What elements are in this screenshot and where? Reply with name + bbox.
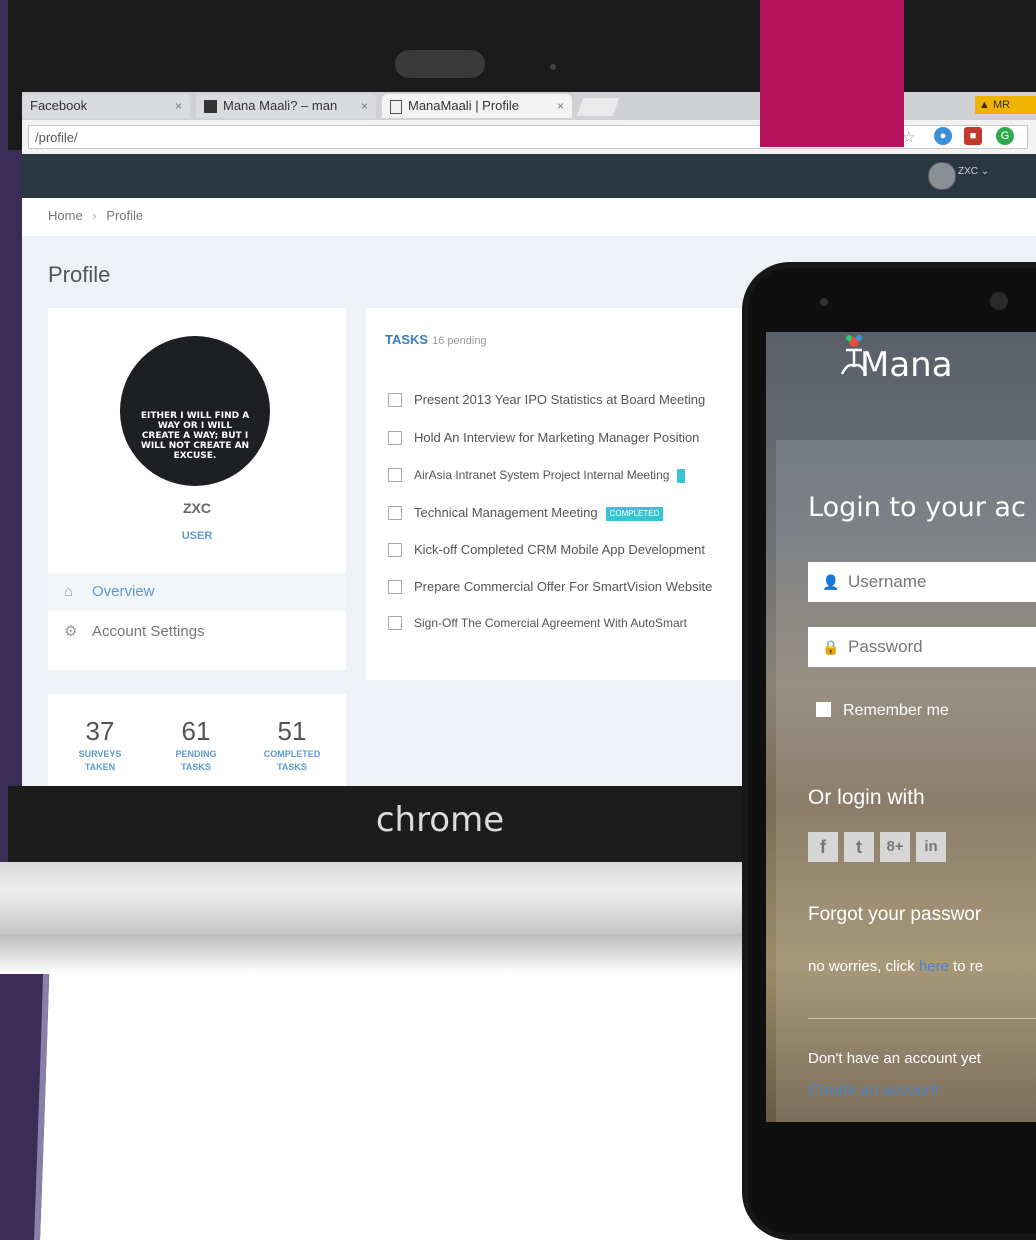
laptop-camera bbox=[395, 50, 485, 78]
breadcrumb: Home › Profile bbox=[48, 208, 143, 223]
decorative-pink-block bbox=[760, 0, 904, 147]
page-title: Profile bbox=[48, 262, 111, 287]
close-icon[interactable]: × bbox=[557, 94, 564, 118]
task-item[interactable]: Present 2013 Year IPO Statistics at Boar… bbox=[388, 390, 740, 410]
app-navbar bbox=[22, 154, 1036, 198]
extension-icon[interactable]: ■ bbox=[964, 127, 982, 145]
username-field[interactable]: 👤 Username bbox=[808, 562, 1036, 602]
tab-mana-maali[interactable]: Mana Maali? – man × bbox=[196, 94, 376, 118]
tab-label: Mana Maali? – man bbox=[223, 98, 338, 113]
stat-pending-value: 61 bbox=[181, 716, 211, 746]
menu-label: Account Settings bbox=[92, 623, 205, 640]
remember-me[interactable]: Remember me bbox=[816, 701, 949, 720]
linkedin-icon[interactable]: in bbox=[916, 832, 946, 862]
page-icon bbox=[390, 99, 402, 114]
menu-account-settings[interactable]: ⚙ Account Settings bbox=[48, 613, 346, 651]
task-checkbox[interactable] bbox=[388, 615, 402, 630]
laptop-sensor bbox=[550, 64, 556, 70]
extension-icon[interactable]: G bbox=[996, 127, 1014, 145]
remember-checkbox[interactable] bbox=[816, 701, 831, 717]
brand-name: Mana bbox=[860, 345, 953, 385]
tab-facebook[interactable]: Facebook × bbox=[22, 94, 190, 118]
stat-completed-value: 51 bbox=[277, 716, 307, 746]
login-panel bbox=[776, 440, 1036, 1122]
status-badge: COMPLETED bbox=[605, 506, 664, 521]
laptop-brand-label: chrome bbox=[375, 800, 505, 840]
username-placeholder: Username bbox=[848, 572, 927, 591]
tab-label: ManaMaali | Profile bbox=[408, 98, 520, 113]
password-field[interactable]: 🔒 Password bbox=[808, 627, 1036, 667]
tab-profile[interactable]: ManaMaali | Profile × bbox=[382, 94, 572, 118]
task-item[interactable]: Kick-off Completed CRM Mobile App Develo… bbox=[388, 540, 740, 560]
user-menu[interactable]: ZXC ⌄ bbox=[958, 166, 989, 177]
divider bbox=[808, 1018, 1036, 1019]
breadcrumb-separator: › bbox=[92, 208, 97, 223]
menu-label: Overview bbox=[92, 583, 155, 600]
task-checkbox[interactable] bbox=[388, 505, 402, 520]
task-item[interactable]: Hold An Interview for Marketing Manager … bbox=[388, 428, 740, 448]
task-checkbox[interactable] bbox=[388, 430, 402, 445]
profile-photo: EITHER I WILL FIND A WAY OR I WILL CREAT… bbox=[120, 336, 270, 486]
stat-completed-label: COMPLETED TASKS bbox=[263, 749, 321, 772]
tab-label: Facebook bbox=[30, 98, 88, 113]
tab-favicon-icon bbox=[204, 100, 217, 114]
reset-link[interactable]: here bbox=[919, 958, 949, 975]
extension-icon[interactable]: ● bbox=[934, 127, 952, 145]
task-item[interactable]: Technical Management Meeting COMPLETED bbox=[388, 503, 740, 523]
tasks-heading: TASKS 16 pending bbox=[385, 332, 487, 347]
gear-icon: ⚙ bbox=[64, 623, 78, 640]
no-account-text: Don't have an account yet bbox=[808, 1050, 981, 1067]
task-checkbox[interactable] bbox=[388, 467, 402, 482]
warning-badge[interactable]: ▲ MR bbox=[975, 96, 1036, 114]
or-login-with: Or login with bbox=[808, 786, 925, 809]
task-item[interactable]: AirAsia Intranet System Project Internal… bbox=[388, 465, 740, 485]
avatar[interactable] bbox=[928, 162, 956, 190]
task-checkbox[interactable] bbox=[388, 542, 402, 557]
facebook-icon[interactable]: f bbox=[808, 832, 838, 862]
profile-role: USER bbox=[181, 530, 213, 542]
reset-hint: no worries, click here to re bbox=[808, 958, 984, 975]
login-title: Login to your ac bbox=[808, 492, 1026, 523]
stat-pending-label: PENDING TASKS bbox=[175, 749, 217, 772]
breadcrumb-bar bbox=[22, 198, 1036, 236]
close-icon[interactable]: × bbox=[175, 94, 182, 118]
new-tab-button[interactable] bbox=[576, 98, 620, 116]
forgot-password-heading: Forgot your passwor bbox=[808, 904, 982, 925]
menu-overview[interactable]: ⌂ Overview bbox=[48, 573, 346, 611]
breadcrumb-home[interactable]: Home bbox=[48, 208, 83, 223]
phone-sensor bbox=[820, 298, 828, 306]
task-checkbox[interactable] bbox=[388, 579, 402, 594]
task-item[interactable]: Prepare Commercial Offer For SmartVision… bbox=[388, 577, 740, 597]
stat-surveys-value: 37 bbox=[85, 716, 115, 746]
tasks-pending-count: 16 pending bbox=[432, 335, 487, 347]
phone-camera bbox=[990, 292, 1008, 310]
status-badge bbox=[677, 468, 686, 483]
close-icon[interactable]: × bbox=[361, 94, 368, 118]
breadcrumb-current: Profile bbox=[106, 208, 144, 223]
user-icon: 👤 bbox=[822, 574, 840, 590]
stat-surveys-label: SURVEYS TAKEN bbox=[78, 749, 122, 772]
home-icon: ⌂ bbox=[64, 583, 74, 600]
profile-name: ZXC bbox=[183, 500, 211, 516]
task-item[interactable]: Sign-Off The Comercial Agreement With Au… bbox=[388, 613, 740, 633]
twitter-icon[interactable]: t bbox=[844, 832, 874, 862]
photo-caption: EITHER I WILL FIND A WAY OR I WILL CREAT… bbox=[140, 411, 250, 461]
task-checkbox[interactable] bbox=[388, 392, 402, 407]
password-placeholder: Password bbox=[848, 637, 923, 656]
star-icon[interactable]: ☆ bbox=[902, 128, 915, 146]
create-account-link[interactable]: Create an account bbox=[808, 1082, 939, 1100]
lock-icon: 🔒 bbox=[822, 639, 840, 655]
google-plus-icon[interactable]: 8+ bbox=[880, 832, 910, 862]
